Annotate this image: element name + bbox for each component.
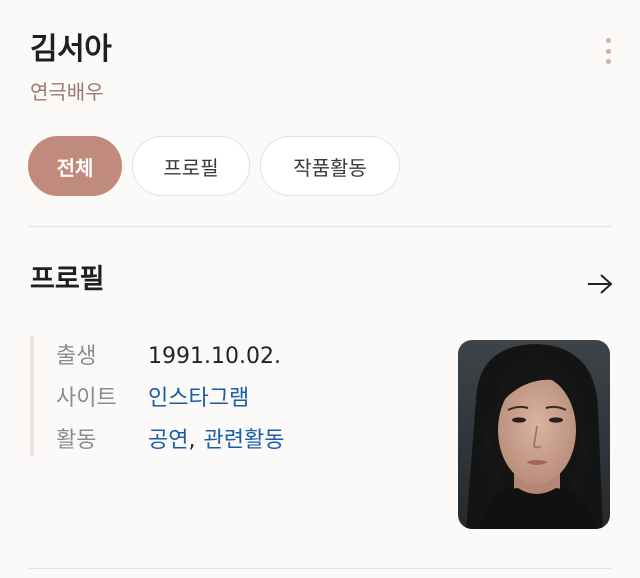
- more-dot: [605, 59, 611, 64]
- more-dot: [605, 48, 611, 54]
- person-name: 김서아: [30, 32, 112, 67]
- info-label: 활동: [56, 428, 97, 453]
- tab-all[interactable]: 전체: [28, 136, 122, 196]
- birth-date: 1991.10.02.: [148, 344, 281, 369]
- tab-works[interactable]: 작품활동: [260, 136, 400, 196]
- profile-header: 김서아 연극배우: [30, 28, 112, 106]
- profile-info-list: 출생 1991.10.02. 사이트 인스타그램 활동 공연 , 관련활동: [30, 336, 284, 456]
- info-label: 사이트: [56, 386, 117, 411]
- performance-link[interactable]: 공연: [148, 426, 188, 456]
- activity-separator: ,: [188, 428, 196, 453]
- info-row-activity: 활동 공연 , 관련활동: [56, 420, 284, 462]
- section-title-profile: 프로필: [30, 264, 105, 295]
- kebab-more-icon[interactable]: [604, 38, 612, 64]
- category-tabs: 전체 프로필 작품활동: [28, 136, 400, 196]
- related-activity-link[interactable]: 관련활동: [203, 426, 284, 456]
- divider: [28, 226, 612, 227]
- instagram-link[interactable]: 인스타그램: [148, 384, 249, 414]
- profile-photo[interactable]: [458, 340, 610, 529]
- more-dot: [605, 38, 611, 43]
- info-label: 출생: [56, 344, 97, 369]
- info-row-birth: 출생 1991.10.02.: [56, 336, 284, 378]
- person-role: 연극배우: [30, 80, 104, 104]
- arrow-right-icon[interactable]: [586, 272, 614, 296]
- info-row-site: 사이트 인스타그램: [56, 378, 284, 420]
- divider: [28, 568, 612, 569]
- tab-profile[interactable]: 프로필: [132, 136, 250, 196]
